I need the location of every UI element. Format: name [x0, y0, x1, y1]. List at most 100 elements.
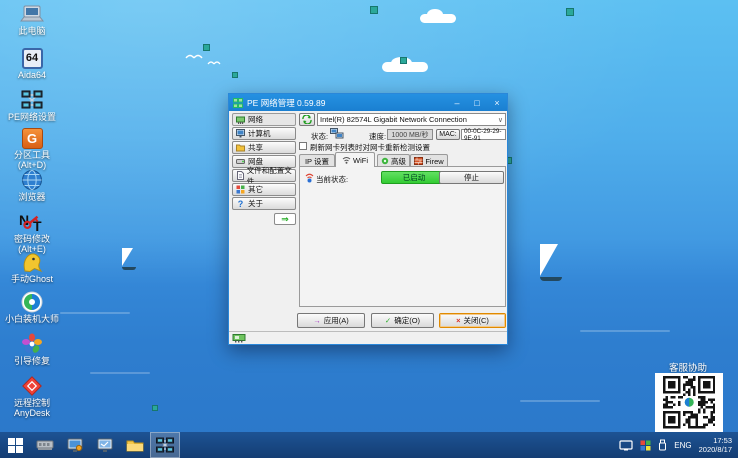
usb-icon[interactable] — [658, 439, 667, 451]
icon-label: 小白装机大师 — [4, 314, 59, 324]
adapter-selected-value: Intel(R) 82574L Gigabit Network Connecti… — [320, 115, 467, 124]
display-tray-icon[interactable] — [619, 439, 633, 451]
language-indicator[interactable]: ENG — [674, 441, 691, 450]
ok-button[interactable]: ✓ 确定(O) — [371, 313, 434, 328]
ram-icon — [36, 440, 54, 450]
desktop-icon-boot-repair[interactable]: 引导修复 — [3, 332, 61, 366]
desktop-icon-xiaobai[interactable]: 小白装机大师 — [3, 290, 61, 324]
taskbar-item-remote-display-tool[interactable] — [90, 432, 120, 458]
desktop-icon-ghost[interactable]: 手动Ghost — [3, 250, 61, 284]
minimize-button[interactable]: – — [447, 94, 467, 111]
window-titlebar[interactable]: PE 网络管理 0.59.89 – □ × — [229, 94, 507, 111]
close-x-icon: × — [456, 316, 461, 325]
desktop-icon-anydesk[interactable]: 远程控制 AnyDesk — [3, 374, 61, 419]
next-arrow-button[interactable]: ⇒ — [274, 213, 296, 225]
display-key-icon — [67, 438, 82, 452]
desktop-icon-this-pc[interactable]: 此电脑 — [3, 2, 61, 36]
maximize-button[interactable]: □ — [467, 94, 487, 111]
close-button[interactable]: × 关闭(C) — [439, 313, 506, 328]
sidebar-item-files-profiles[interactable]: 文件和配置文件 — [232, 166, 296, 186]
diskgenius-icon: G — [3, 126, 61, 150]
tab-wifi[interactable]: WiFi — [335, 152, 375, 167]
flower-icon — [3, 332, 61, 356]
mac-button[interactable]: MAC: — [436, 129, 460, 140]
kite-square — [232, 72, 238, 78]
network-nodes-icon — [156, 437, 174, 453]
xiaobai-icon — [3, 290, 61, 314]
question-icon: ? — [237, 198, 244, 209]
kite-square — [400, 57, 407, 64]
desktop-icon-partition-tool[interactable]: G 分区工具 (Alt+D) — [3, 126, 61, 171]
display-blue-icon — [97, 438, 112, 452]
wifi-status-icon — [305, 173, 314, 183]
birds — [185, 54, 221, 65]
taskbar-item-memory-tool[interactable] — [30, 432, 60, 458]
speed-value-field: 1000 MB/秒 — [387, 129, 433, 140]
taskbar-item-file-explorer[interactable] — [120, 432, 150, 458]
app-icon — [233, 97, 243, 108]
wifi-icon — [342, 157, 351, 164]
firewall-icon — [414, 157, 424, 165]
start-button[interactable] — [0, 432, 30, 458]
nic-status-icon — [232, 334, 246, 343]
sidebar-label: 共享 — [248, 143, 263, 152]
laptop-icon — [3, 2, 61, 26]
drive-icon — [236, 159, 245, 164]
adapter-select[interactable]: Intel(R) 82574L Gigabit Network Connecti… — [317, 113, 506, 126]
speed-label: 速度: — [369, 132, 387, 141]
taskbar-clock[interactable]: 17:53 2020/8/17 — [699, 436, 732, 455]
refresh-icon — [302, 115, 312, 124]
refresh-adapter-button[interactable] — [299, 113, 315, 126]
file-icon — [237, 171, 244, 180]
status-label: 状态: — [311, 132, 329, 141]
sidebar-label: 网络 — [248, 115, 263, 124]
window-title: PE 网络管理 0.59.89 — [247, 97, 326, 108]
folder-share-icon — [236, 144, 245, 152]
aida64-icon: 64 — [3, 46, 61, 70]
windows-logo-icon — [7, 437, 23, 453]
sidebar-item-network[interactable]: 网络 — [232, 113, 296, 126]
close-window-button[interactable]: × — [487, 94, 507, 111]
sidebar-item-about[interactable]: ? 关于 — [232, 197, 296, 210]
desktop: 此电脑 64 Aida64 PE网络设置 G 分区工具(Alt+D) 浏览器 — [0, 0, 738, 458]
desktop-icon-pe-network-settings[interactable]: PE网络设置 — [3, 88, 61, 122]
icon-label: Aida64 — [17, 70, 47, 80]
sidebar-item-shares[interactable]: 共享 — [232, 141, 296, 154]
sidebar-item-other[interactable]: 其它 — [232, 183, 296, 196]
system-tray: ENG 17:53 2020/8/17 — [619, 436, 738, 455]
dialog-statusbar — [229, 331, 507, 344]
kite-square — [566, 8, 574, 16]
desktop-icon-password-edit[interactable]: N T 密码修改 (Alt+E) — [3, 210, 61, 255]
apply-button[interactable]: → 应用(A) — [297, 313, 365, 328]
taskbar-item-network-manager[interactable] — [150, 432, 180, 458]
wifi-panel: 当前状态: 已启动 停止 — [299, 166, 506, 307]
wave — [90, 372, 150, 374]
wifi-started-button[interactable]: 已启动 — [381, 171, 447, 184]
sidebar-label: 计算机 — [248, 129, 271, 138]
desktop-icon-browser[interactable]: 浏览器 — [3, 168, 61, 202]
mac-value-field[interactable]: 00-0C-29-29-9E-91 — [461, 128, 506, 142]
icon-label: PE网络设置 — [7, 112, 56, 122]
taskbar-item-display-tool[interactable] — [60, 432, 90, 458]
monitor-icon — [236, 129, 245, 138]
icon-label: 此电脑 — [18, 26, 46, 36]
chevron-down-icon: ∨ — [497, 116, 503, 124]
desktop-icon-aida64[interactable]: 64 Aida64 — [3, 46, 61, 80]
qr-code — [655, 373, 723, 432]
renew-checkbox[interactable] — [299, 142, 307, 150]
kite-square — [152, 405, 158, 411]
wave — [580, 330, 670, 332]
color-grid-icon[interactable] — [640, 440, 651, 451]
network-nodes-icon — [3, 88, 61, 112]
globe-icon — [3, 168, 61, 192]
sidebar-label: 其它 — [248, 185, 263, 194]
icon-label: 手动Ghost — [10, 274, 53, 284]
wifi-stop-button[interactable]: 停止 — [439, 171, 504, 184]
kite-square — [370, 6, 378, 14]
sailboat — [122, 248, 136, 270]
sailboat — [540, 244, 562, 281]
wave — [60, 312, 130, 314]
check-icon: ✓ — [384, 316, 392, 325]
sidebar-item-computer[interactable]: 计算机 — [232, 127, 296, 140]
ghost-icon — [3, 250, 61, 274]
